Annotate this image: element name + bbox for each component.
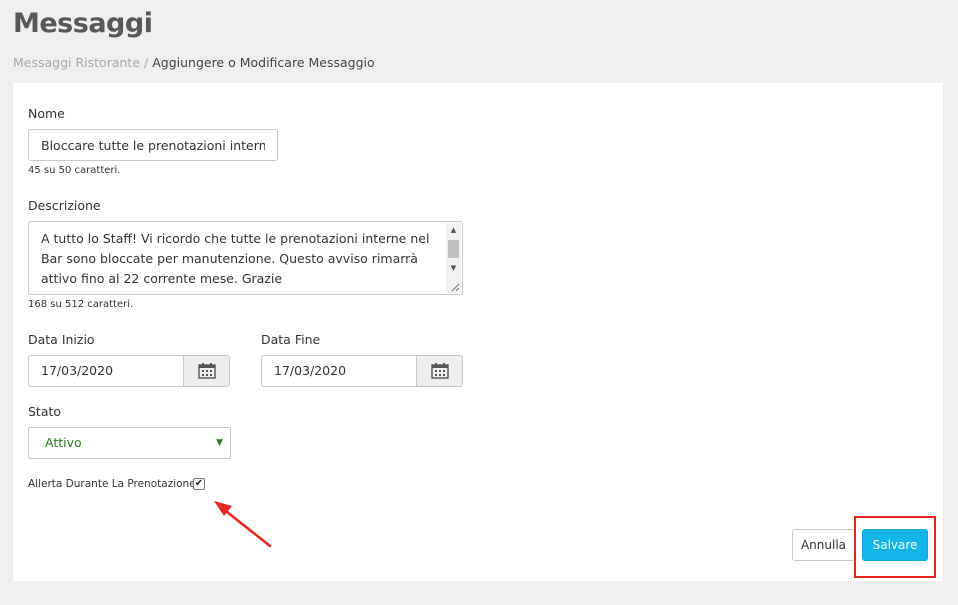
scroll-up-arrow-icon[interactable]: ▲ [446, 223, 461, 237]
cancel-button[interactable]: Annulla [792, 529, 855, 561]
description-char-counter: 168 su 512 caratteri. [28, 299, 134, 310]
alert-checkbox[interactable]: ✔ [193, 478, 205, 490]
start-date-label: Data Inizio [28, 332, 95, 347]
name-input[interactable] [28, 129, 278, 161]
start-date-field[interactable]: 17/03/2020 [28, 355, 230, 387]
save-highlight-annotation [854, 516, 936, 578]
start-date-calendar-button[interactable] [183, 356, 229, 386]
status-select[interactable]: Attivo ▼ [28, 427, 231, 459]
alert-checkbox-label: Allerta Durante La Prenotazione [28, 478, 196, 490]
status-selected-value: Attivo [45, 435, 82, 450]
resize-grip-icon[interactable] [451, 283, 460, 292]
end-date-label: Data Fine [261, 332, 321, 347]
page-title: Messaggi [13, 8, 153, 39]
breadcrumb-current: Aggiungere o Modificare Messaggio [152, 55, 375, 70]
name-label: Nome [28, 106, 65, 121]
start-date-value: 17/03/2020 [41, 363, 114, 378]
calendar-icon [430, 363, 449, 379]
scroll-thumb[interactable] [448, 240, 459, 258]
breadcrumb-parent-link[interactable]: Messaggi Ristorante [13, 55, 140, 70]
status-label: Stato [28, 404, 62, 419]
description-label: Descrizione [28, 198, 101, 213]
name-char-counter: 45 su 50 caratteri. [28, 165, 121, 176]
end-date-calendar-button[interactable] [416, 356, 462, 386]
breadcrumb: Messaggi Ristorante / Aggiungere o Modif… [13, 55, 375, 70]
description-text: A tutto lo Staff! Vi ricordo che tutte l… [41, 231, 430, 286]
scroll-down-arrow-icon[interactable]: ▼ [446, 261, 461, 275]
breadcrumb-separator: / [144, 55, 149, 70]
end-date-value: 17/03/2020 [274, 363, 347, 378]
description-textarea[interactable]: A tutto lo Staff! Vi ricordo che tutte l… [28, 221, 463, 295]
calendar-icon [197, 363, 216, 379]
checkmark-icon: ✔ [194, 478, 204, 489]
end-date-field[interactable]: 17/03/2020 [261, 355, 463, 387]
dropdown-arrow-icon: ▼ [216, 438, 223, 448]
